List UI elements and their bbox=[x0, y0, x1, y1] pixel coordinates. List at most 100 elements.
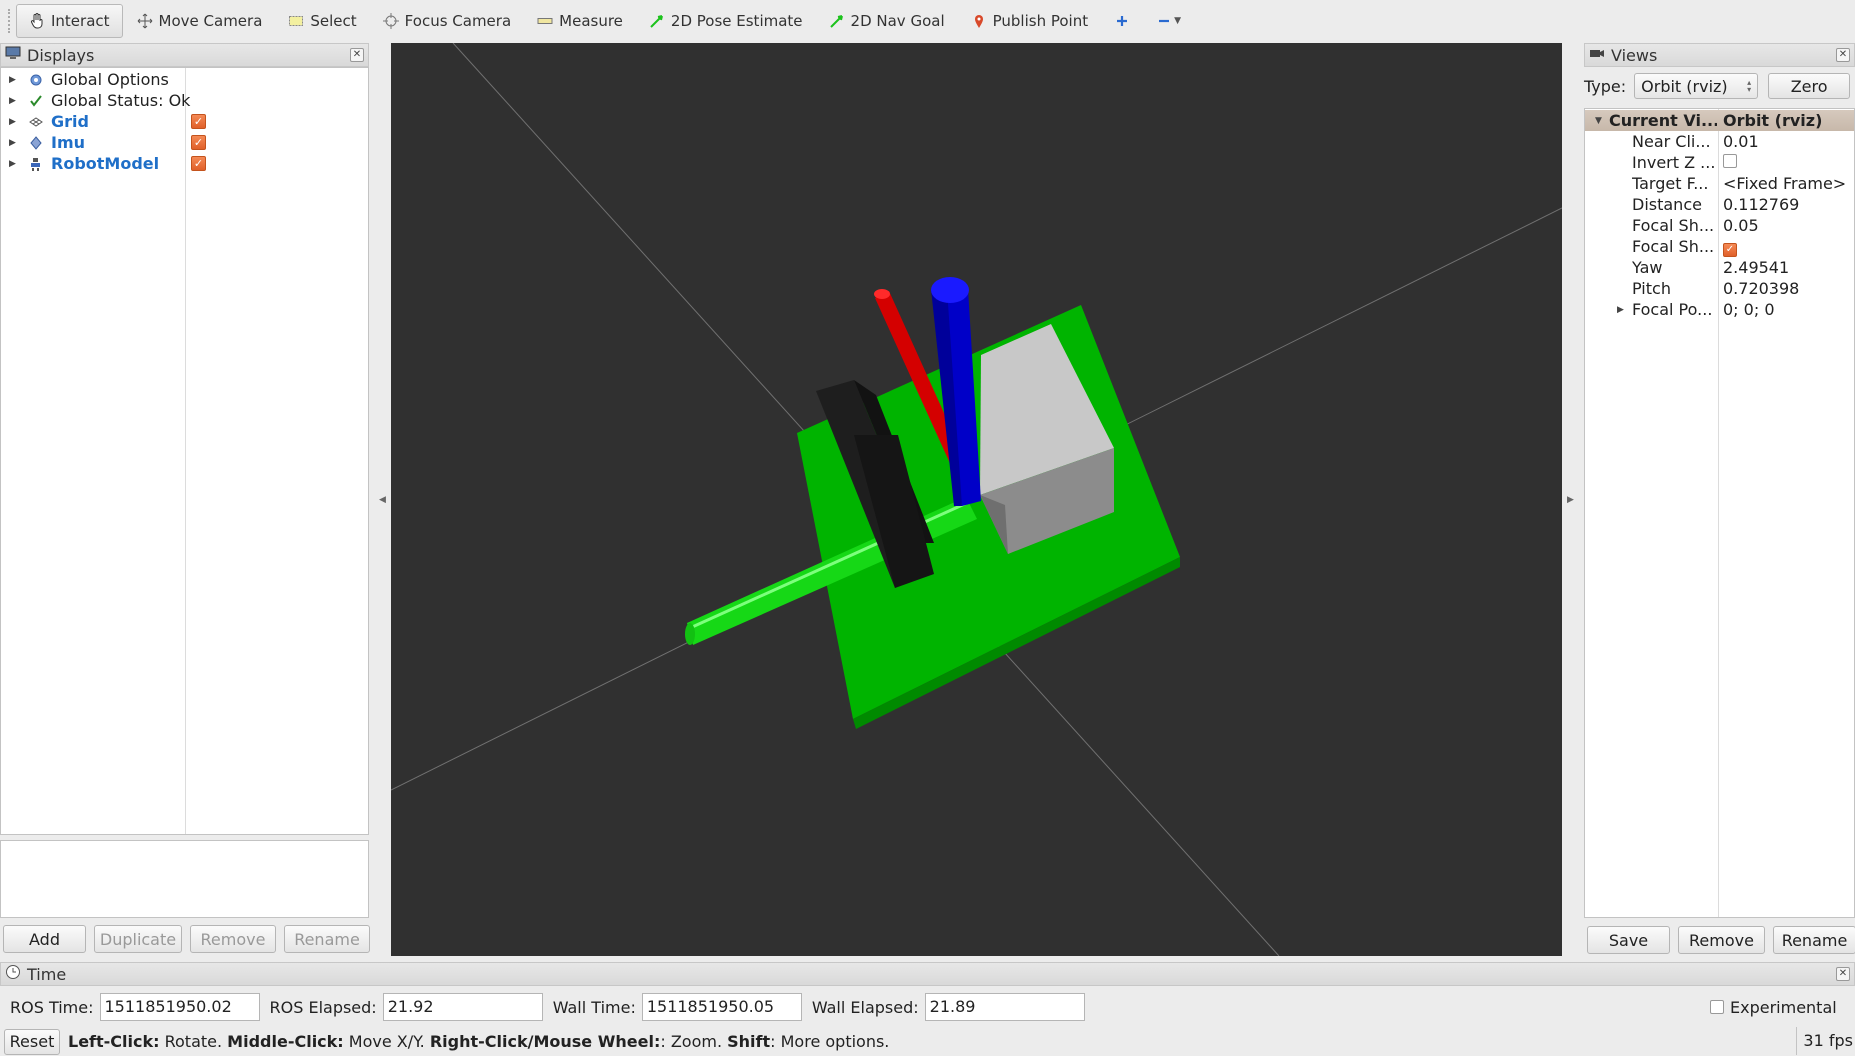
duplicate-display-button[interactable]: Duplicate bbox=[94, 925, 182, 953]
imu-enabled-checkbox[interactable]: ✓ bbox=[191, 135, 206, 150]
focus-camera-tool-label: Focus Camera bbox=[404, 12, 512, 30]
robot-model-enabled-checkbox[interactable]: ✓ bbox=[191, 156, 206, 171]
focal-shape-checkbox[interactable]: ✓ bbox=[1723, 237, 1737, 257]
hint-key: Right-Click/Mouse Wheel: bbox=[429, 1032, 661, 1051]
expand-arrow-icon[interactable]: ▶ bbox=[9, 75, 21, 85]
3d-scene bbox=[390, 42, 1563, 957]
ros-elapsed-field[interactable]: 21.92 bbox=[382, 993, 543, 1021]
remove-display-button[interactable]: Remove bbox=[190, 925, 276, 953]
measure-tool-label: Measure bbox=[559, 12, 623, 30]
property-value[interactable]: 0; 0; 0 bbox=[1723, 300, 1775, 319]
move-camera-tool-button[interactable]: Move Camera bbox=[125, 4, 275, 38]
hint-text: Rotate. bbox=[159, 1032, 228, 1051]
publish-point-tool-label: Publish Point bbox=[992, 12, 1089, 30]
add-tool-button[interactable] bbox=[1102, 4, 1142, 38]
expand-arrow-icon[interactable]: ▶ bbox=[9, 159, 21, 169]
chevron-down-icon: ▼ bbox=[1174, 16, 1182, 26]
display-item-grid[interactable]: ▶ Grid ✓ bbox=[1, 111, 368, 132]
hint-key: Left-Click: bbox=[68, 1032, 160, 1051]
property-value: Orbit (rviz) bbox=[1723, 111, 1823, 130]
ros-time-field[interactable]: 1511851950.02 bbox=[99, 993, 260, 1021]
property-value[interactable]: 0.01 bbox=[1723, 132, 1759, 151]
zero-button[interactable]: Zero bbox=[1768, 73, 1851, 99]
left-splitter-arrow-icon[interactable]: ◀ bbox=[379, 495, 386, 505]
remove-view-button[interactable]: Remove bbox=[1678, 926, 1765, 954]
expand-arrow-icon[interactable]: ▶ bbox=[9, 117, 21, 127]
mouse-hints: Left-Click: Rotate. Middle-Click: Move X… bbox=[68, 1032, 889, 1051]
focus-camera-tool-button[interactable]: Focus Camera bbox=[371, 4, 523, 38]
right-splitter-arrow-icon[interactable]: ▶ bbox=[1567, 495, 1574, 505]
select-tool-button[interactable]: Select bbox=[276, 4, 368, 38]
property-row-pitch[interactable]: Pitch 0.720398 bbox=[1585, 278, 1854, 299]
property-row-focal-point[interactable]: ▶ Focal Po... 0; 0; 0 bbox=[1585, 299, 1854, 320]
property-key: Near Cli... bbox=[1632, 132, 1711, 151]
collapse-arrow-icon[interactable]: ▼ bbox=[1595, 116, 1602, 126]
experimental-label: Experimental bbox=[1730, 997, 1837, 1017]
save-view-button[interactable]: Save bbox=[1587, 926, 1670, 954]
property-key: Invert Z ... bbox=[1632, 153, 1716, 172]
reset-button[interactable]: Reset bbox=[4, 1028, 60, 1055]
display-item-imu[interactable]: ▶ Imu ✓ bbox=[1, 132, 368, 153]
property-row-yaw[interactable]: Yaw 2.49541 bbox=[1585, 257, 1854, 278]
remove-tool-dropdown[interactable]: ▼ bbox=[1144, 4, 1193, 38]
expand-arrow-icon[interactable]: ▶ bbox=[1617, 305, 1624, 315]
display-item-global-status[interactable]: ▶ Global Status: Ok bbox=[1, 90, 368, 111]
focus-target-icon bbox=[382, 13, 399, 29]
select-rect-icon bbox=[288, 13, 304, 29]
property-row-near-clip[interactable]: Near Cli... 0.01 bbox=[1585, 131, 1854, 152]
imu-icon bbox=[27, 135, 45, 150]
publish-point-tool-button[interactable]: Publish Point bbox=[959, 4, 1100, 38]
property-key: Yaw bbox=[1632, 258, 1663, 277]
display-item-label: RobotModel bbox=[51, 154, 160, 173]
views-type-row: Type: Orbit (rviz) ▴ ▾ Zero bbox=[1584, 73, 1851, 99]
rename-display-button[interactable]: Rename bbox=[284, 925, 370, 953]
property-row-target-frame[interactable]: Target F... <Fixed Frame> bbox=[1585, 173, 1854, 194]
map-pin-icon bbox=[971, 13, 987, 29]
property-row-focal-shape-size[interactable]: Focal Sh... 0.05 bbox=[1585, 215, 1854, 236]
property-value[interactable]: 2.49541 bbox=[1723, 258, 1789, 277]
current-view-row[interactable]: ▼ Current Vi... Orbit (rviz) bbox=[1585, 110, 1854, 131]
property-value[interactable]: 0.112769 bbox=[1723, 195, 1799, 214]
display-item-robot-model[interactable]: ▶ RobotModel ✓ bbox=[1, 153, 368, 174]
close-icon[interactable]: ✕ bbox=[1836, 48, 1850, 62]
property-row-invert-z[interactable]: Invert Z ... bbox=[1585, 152, 1854, 173]
property-value[interactable]: 0.720398 bbox=[1723, 279, 1799, 298]
3d-render-viewport[interactable] bbox=[390, 42, 1563, 957]
experimental-toggle[interactable]: Experimental bbox=[1710, 998, 1837, 1017]
add-display-button[interactable]: Add bbox=[3, 925, 86, 953]
close-icon[interactable]: ✕ bbox=[1836, 967, 1850, 981]
interact-tool-button[interactable]: Interact bbox=[16, 4, 123, 38]
grid-enabled-checkbox[interactable]: ✓ bbox=[191, 114, 206, 129]
views-panel-title: Views ✕ bbox=[1584, 43, 1855, 67]
expand-arrow-icon[interactable]: ▶ bbox=[9, 138, 21, 148]
measure-tool-button[interactable]: Measure bbox=[525, 4, 635, 38]
hand-cursor-icon bbox=[29, 13, 45, 29]
expand-arrow-icon[interactable]: ▶ bbox=[9, 96, 21, 106]
display-item-global-options[interactable]: ▶ Global Options bbox=[1, 69, 368, 90]
toolbar-grip[interactable] bbox=[8, 9, 12, 33]
displays-button-row: Add Duplicate Remove Rename bbox=[3, 925, 370, 953]
close-icon[interactable]: ✕ bbox=[350, 48, 364, 62]
view-type-select[interactable]: Orbit (rviz) ▴ ▾ bbox=[1634, 73, 1759, 99]
fps-counter: 31 fps bbox=[1796, 1027, 1855, 1055]
property-value[interactable]: 0.05 bbox=[1723, 216, 1759, 235]
wall-elapsed-field[interactable]: 21.89 bbox=[924, 993, 1085, 1021]
rename-view-button[interactable]: Rename bbox=[1773, 926, 1855, 954]
property-row-distance[interactable]: Distance 0.112769 bbox=[1585, 194, 1854, 215]
2d-pose-estimate-tool-button[interactable]: 2D Pose Estimate bbox=[637, 4, 815, 38]
move-camera-tool-label: Move Camera bbox=[158, 12, 263, 30]
property-row-focal-shape-fixed[interactable]: Focal Sh... ✓ bbox=[1585, 236, 1854, 257]
invert-z-checkbox[interactable] bbox=[1723, 153, 1737, 172]
experimental-checkbox[interactable] bbox=[1710, 1000, 1724, 1014]
displays-tree: ▶ Global Options ▶ Global Status: Ok ▶ G… bbox=[0, 67, 369, 835]
toolbar: Interact Move Camera Select Focus Camera… bbox=[0, 0, 1855, 42]
move-camera-icon bbox=[137, 13, 153, 29]
grid-icon bbox=[27, 115, 45, 129]
checkmark-icon bbox=[27, 94, 45, 108]
hint-key: Middle-Click: bbox=[227, 1032, 344, 1051]
property-value[interactable]: <Fixed Frame> bbox=[1723, 174, 1846, 193]
2d-nav-goal-tool-button[interactable]: 2D Nav Goal bbox=[817, 4, 957, 38]
property-key: Focal Sh... bbox=[1632, 237, 1715, 256]
hint-text: Move X/Y. bbox=[343, 1032, 430, 1051]
wall-time-field[interactable]: 1511851950.05 bbox=[641, 993, 802, 1021]
